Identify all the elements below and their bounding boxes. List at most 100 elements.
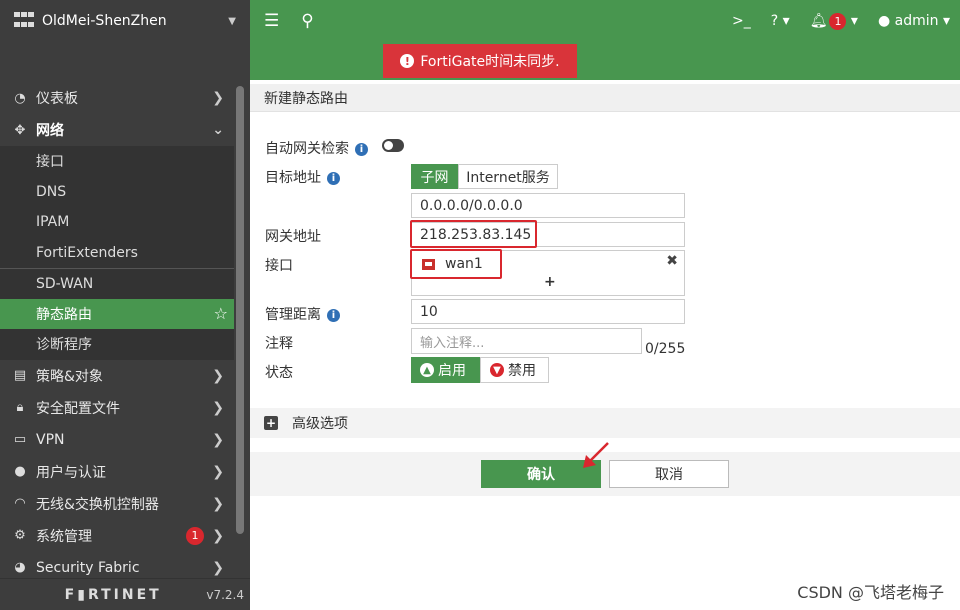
submenu-label: FortiExtenders (36, 244, 138, 261)
username: admin (894, 13, 939, 29)
search-icon[interactable]: ⚲ (301, 11, 313, 31)
hamburger-menu-icon[interactable]: ☰ (264, 11, 279, 31)
star-icon[interactable]: ☆ (214, 304, 228, 323)
device-selector[interactable]: OldMei-ShenZhen ▼ (0, 0, 250, 42)
add-icon[interactable]: + (544, 274, 556, 290)
main-menu: ◔ 仪表板 ❯ ✥ 网络 ⌄ 接口 DNS IPAM FortiExtender… (0, 82, 234, 584)
gear-icon: ⚙ (14, 528, 26, 543)
ok-label: 确认 (527, 467, 555, 483)
menu-item-user-auth[interactable]: ● 用户与认证 ❯ (0, 456, 234, 488)
submenu-interfaces[interactable]: 接口 (0, 146, 234, 177)
dashboard-icon: ◔ (14, 90, 26, 106)
submenu-dns[interactable]: DNS (0, 176, 234, 207)
menu-label: 网络 (36, 123, 64, 139)
comment-textarea[interactable]: 输入注释... (411, 328, 642, 354)
menu-item-vpn[interactable]: ▭ VPN ❯ (0, 424, 234, 456)
input-value: 10 (420, 303, 438, 320)
menu-item-dashboard[interactable]: ◔ 仪表板 ❯ (0, 82, 234, 114)
seg-internet-service[interactable]: Internet服务 (458, 164, 558, 189)
submenu-fortiextenders[interactable]: FortiExtenders (0, 237, 234, 268)
top-bar: ☰ ⚲ >_ ? ▾ 🔔︎ 1 ▾ ● admin ▾ (250, 0, 960, 42)
label-text: 目标地址 (265, 170, 321, 186)
laptop-icon: ▭ (13, 432, 27, 447)
alert-bar (250, 42, 960, 80)
label-text: 管理距离 (265, 307, 321, 323)
auto-gateway-label: 自动网关检索 i (265, 138, 368, 158)
submenu-sdwan[interactable]: SD-WAN (0, 268, 234, 299)
distance-input[interactable]: 10 (411, 299, 685, 324)
sidebar-scrollbar[interactable] (236, 86, 244, 534)
submenu-ipam[interactable]: IPAM (0, 207, 234, 238)
comment-placeholder: 输入注释... (420, 335, 485, 351)
destination-label: 目标地址 i (265, 167, 340, 187)
submenu-static-routes[interactable]: 静态路由 ☆ (0, 298, 234, 329)
menu-label: 仪表板 (36, 91, 78, 107)
input-value: 0.0.0.0/0.0.0.0 (420, 197, 523, 214)
alert-text: FortiGate时间未同步. (420, 54, 560, 70)
menu-label: 安全配置文件 (36, 400, 120, 417)
label-text: 状态 (265, 365, 293, 381)
version-label: v7.2.4 (206, 587, 244, 602)
interface-label: 接口 (265, 255, 293, 275)
arrow-up-circle-icon: ▲ (420, 363, 434, 377)
user-circle-icon: ● (877, 13, 891, 29)
menu-item-wifi-switch[interactable]: ◠ 无线&交换机控制器 ❯ (0, 488, 234, 520)
page-title-text: 新建静态路由 (264, 90, 348, 107)
chevron-right-icon: ❯ (212, 463, 224, 480)
expand-plus-icon: + (264, 416, 278, 430)
cancel-button[interactable]: 取消 (609, 460, 729, 488)
cli-console-icon[interactable]: >_ (732, 13, 751, 29)
chevron-down-icon: ⌄ (212, 122, 224, 138)
lock-icon: 🔒︎ (16, 400, 24, 415)
distance-label: 管理距离 i (265, 304, 340, 324)
label-text: 网关地址 (265, 229, 321, 245)
menu-label: 用户与认证 (36, 464, 106, 481)
sidebar: OldMei-ShenZhen ▼ ◔ 仪表板 ❯ ✥ 网络 ⌄ 接口 DNS … (0, 0, 250, 610)
arrow-down-circle-icon: ▼ (490, 363, 504, 377)
top-bar-actions: >_ ? ▾ 🔔︎ 1 ▾ ● admin ▾ (732, 0, 950, 42)
menu-item-security-profiles[interactable]: 🔒︎ 安全配置文件 ❯ (0, 392, 234, 424)
auto-gateway-toggle[interactable] (382, 139, 404, 152)
gateway-label: 网关地址 (265, 226, 321, 246)
menu-item-network[interactable]: ✥ 网络 ⌄ (0, 114, 234, 146)
user-menu[interactable]: ● admin ▾ (878, 13, 950, 29)
status-enable-button[interactable]: ▲ 启用 (411, 357, 480, 383)
csdn-watermark: CSDN @飞塔老梅子 (797, 583, 944, 602)
submenu-label: 静态路由 (36, 306, 92, 323)
submenu-diagnostics[interactable]: 诊断程序 (0, 329, 234, 360)
clear-icon[interactable]: ✖ (666, 253, 678, 269)
comment-counter: 0/255 (645, 341, 686, 357)
comment-label: 注释 (265, 333, 293, 353)
info-icon[interactable]: i (355, 143, 368, 156)
menu-label: VPN (36, 431, 65, 448)
page-title: 新建静态路由 (250, 84, 960, 112)
status-disable-button[interactable]: ▼ 禁用 (480, 357, 549, 383)
chevron-right-icon: ❯ (212, 559, 224, 576)
advanced-options-section[interactable]: + 高级选项 (250, 408, 960, 438)
submenu-label: IPAM (36, 214, 70, 231)
network-move-icon: ✥ (14, 122, 26, 138)
help-icon[interactable]: ? ▾ (771, 13, 790, 29)
chevron-right-icon: ❯ (212, 431, 224, 448)
annotation-arrow-icon (583, 442, 609, 468)
wifi-icon: ◠ (14, 496, 26, 511)
destination-input[interactable]: 0.0.0.0/0.0.0.0 (411, 193, 685, 218)
submenu-label: SD-WAN (36, 275, 94, 292)
fortigate-logo-icon (14, 12, 34, 30)
menu-item-system[interactable]: ⚙ 系统管理 1 ❯ (0, 520, 234, 552)
interface-highlight (410, 249, 502, 279)
status-label: 状态 (265, 362, 293, 382)
notification-badge: 1 (829, 12, 847, 30)
time-sync-alert[interactable]: ! FortiGate时间未同步. (383, 44, 577, 78)
submenu-label: 诊断程序 (36, 337, 92, 354)
info-icon[interactable]: i (327, 309, 340, 322)
menu-item-policy-objects[interactable]: ▤ 策略&对象 ❯ (0, 360, 234, 392)
seg-label: Internet服务 (466, 169, 550, 186)
system-badge: 1 (186, 526, 204, 545)
info-icon[interactable]: i (327, 172, 340, 185)
cancel-label: 取消 (655, 467, 683, 483)
seg-subnet[interactable]: 子网 (411, 164, 458, 189)
chevron-right-icon: ❯ (212, 90, 224, 106)
notifications-button[interactable]: 🔔︎ 1 ▾ (810, 12, 858, 30)
status-label-text: 禁用 (508, 363, 536, 379)
